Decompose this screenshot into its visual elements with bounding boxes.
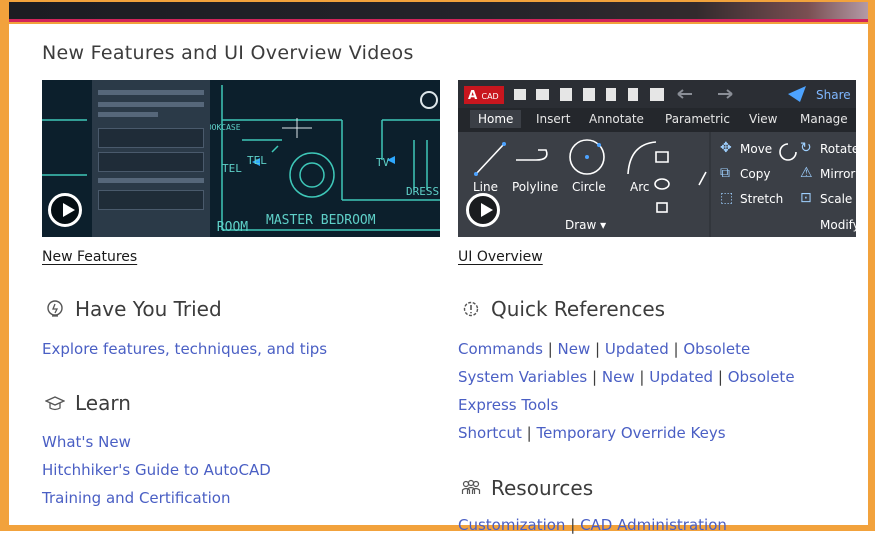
- system-variables-row: System Variables | New | Updated | Obsol…: [458, 368, 795, 386]
- commands-row: Commands | New | Updated | Obsolete: [458, 340, 751, 358]
- tel-label: TEL: [222, 162, 242, 175]
- learn-heading: Learn: [45, 391, 131, 415]
- move-icon: ✥: [720, 140, 732, 156]
- ribbon-panel: Line Polyline Circle Arc Draw ▾ ✥ Move ⧉…: [458, 132, 856, 237]
- have-you-tried-title: Have You Tried: [75, 297, 222, 321]
- commands-link[interactable]: Commands: [458, 340, 543, 358]
- training-certification-link[interactable]: Training and Certification: [42, 489, 230, 507]
- resources-row: Customization | CAD Administration: [458, 516, 727, 534]
- play-icon[interactable]: [466, 193, 500, 227]
- top-banner: [0, 0, 875, 24]
- rotate-tool-label: Rotate: [820, 142, 856, 156]
- tv-label: TV: [376, 156, 390, 169]
- scale-icon: ⊡: [800, 190, 812, 206]
- shortcut-row: Shortcut | Temporary Override Keys: [458, 424, 726, 442]
- cad-administration-link[interactable]: CAD Administration: [580, 516, 727, 534]
- draw-group-label: Draw ▾: [565, 218, 607, 232]
- autocad-logo: A CAD: [464, 86, 504, 104]
- stretch-icon: ⬚: [720, 190, 734, 206]
- scale-tool-label: Scale: [820, 192, 853, 206]
- new-features-video-link[interactable]: New Features: [42, 249, 137, 265]
- line-tool-label: Line: [473, 180, 499, 194]
- tab-parametric: Parametric: [665, 112, 730, 126]
- gear-info-icon: [463, 301, 479, 317]
- tab-annotate: Annotate: [589, 112, 644, 126]
- quick-references-title: Quick References: [491, 297, 666, 321]
- graduation-cap-icon: [45, 396, 65, 411]
- express-tools-link[interactable]: Express Tools: [458, 396, 558, 414]
- explore-features-link[interactable]: Explore features, techniques, and tips: [42, 340, 327, 358]
- polyline-tool-label: Polyline: [512, 180, 559, 194]
- commands-updated-link[interactable]: Updated: [605, 340, 669, 358]
- tab-manage: Manage: [800, 112, 848, 126]
- quick-access-toolbar: A CAD Share: [458, 80, 856, 108]
- customization-link[interactable]: Customization: [458, 516, 565, 534]
- new-features-video-thumbnail[interactable]: TEL TEL TV MASTER BEDROOM LIVING ROOM BO…: [42, 80, 440, 237]
- page-title: New Features and UI Overview Videos: [42, 42, 414, 64]
- resources-title: Resources: [491, 476, 594, 500]
- banner-gradient: [9, 2, 868, 19]
- whats-new-link[interactable]: What's New: [42, 433, 131, 451]
- arc-tool-label: Arc: [630, 180, 650, 194]
- mirror-tool-label: Mirror: [820, 167, 856, 181]
- resources-heading: Resources: [461, 476, 593, 500]
- system-variables-updated-link[interactable]: Updated: [649, 368, 713, 386]
- system-variables-new-link[interactable]: New: [602, 368, 635, 386]
- ribbon-tabs: Home Insert Annotate Parametric View Man…: [458, 108, 856, 132]
- ui-overview-video-link[interactable]: UI Overview: [458, 249, 543, 265]
- tab-home: Home: [470, 110, 522, 128]
- mirror-icon: ⚠: [800, 165, 813, 181]
- properties-panel: [92, 80, 210, 237]
- tel-label: TEL: [247, 154, 267, 167]
- toolbar-icons: [514, 86, 806, 102]
- copy-icon: ⧉: [720, 165, 730, 181]
- play-icon[interactable]: [48, 193, 82, 227]
- modify-group-label: Modify: [820, 218, 856, 232]
- shortcut-link[interactable]: Shortcut: [458, 424, 522, 442]
- copy-tool-label: Copy: [740, 167, 771, 181]
- have-you-tried-heading: Have You Tried: [45, 297, 222, 321]
- commands-obsolete-link[interactable]: Obsolete: [683, 340, 750, 358]
- people-group-icon: [461, 479, 481, 494]
- stretch-tool-label: Stretch: [740, 192, 784, 206]
- lightbulb-icon: [47, 300, 63, 317]
- temporary-override-keys-link[interactable]: Temporary Override Keys: [537, 424, 726, 442]
- system-variables-link[interactable]: System Variables: [458, 368, 587, 386]
- master-bedroom-label: MASTER BEDROOM: [266, 213, 376, 228]
- tab-view: View: [749, 112, 778, 126]
- commands-new-link[interactable]: New: [558, 340, 591, 358]
- circle-tool-label: Circle: [572, 180, 606, 194]
- learn-title: Learn: [75, 391, 131, 415]
- tab-insert: Insert: [536, 112, 571, 126]
- ui-overview-video-thumbnail[interactable]: A CAD Share Home Insert Annotate Paramet…: [458, 80, 856, 237]
- hitchhikers-guide-link[interactable]: Hitchhiker's Guide to AutoCAD: [42, 461, 271, 479]
- dressing-label: DRESSING: [406, 185, 440, 198]
- move-tool-label: Move: [740, 142, 773, 156]
- system-variables-obsolete-link[interactable]: Obsolete: [728, 368, 795, 386]
- rotate-icon: ↻: [800, 140, 812, 156]
- banner-accent-line: [9, 19, 868, 22]
- share-label: Share: [816, 88, 851, 102]
- quick-references-heading: Quick References: [461, 297, 665, 321]
